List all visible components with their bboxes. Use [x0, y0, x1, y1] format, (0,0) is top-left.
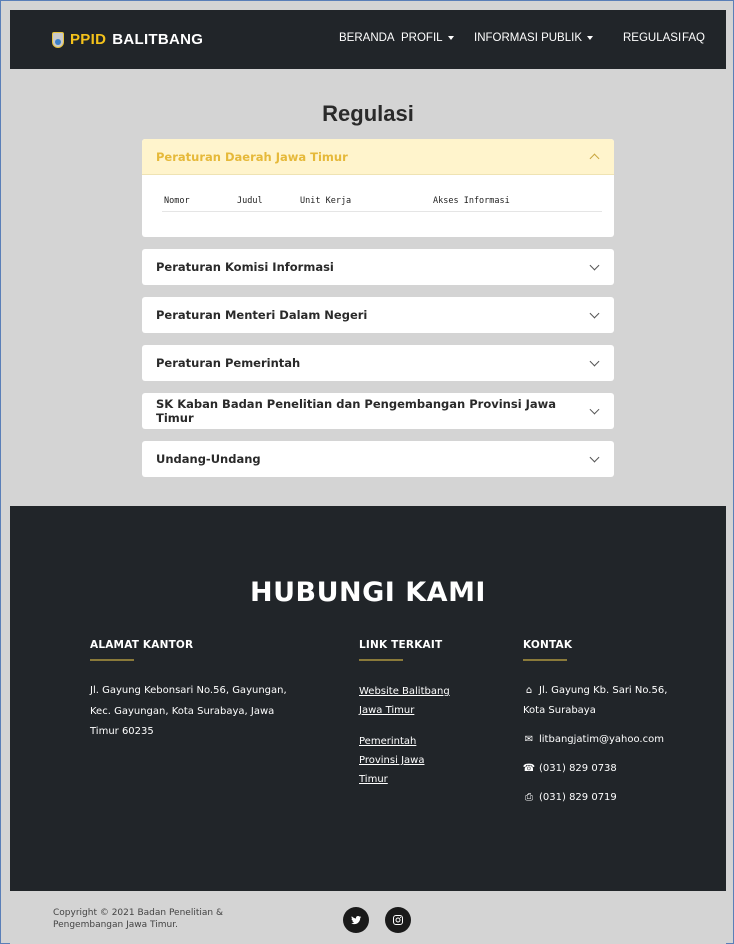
link-pemerintah-provinsi[interactable]: Pemerintah Provinsi Jawa Timur: [359, 732, 479, 789]
contact-section: HUBUNGI KAMI ALAMAT KANTOR Jl. Gayung Ke…: [10, 506, 726, 891]
accordion-title: Peraturan Komisi Informasi: [156, 260, 334, 274]
chevron-down-icon: [589, 356, 600, 366]
nav-beranda-label: BERANDA: [339, 32, 395, 44]
link-line: Website Balitbang: [359, 686, 450, 697]
column-akses-informasi: Akses Informasi: [433, 196, 510, 206]
caret-down-icon: [587, 36, 593, 40]
caret-down-icon: [447, 36, 454, 40]
email-text: litbangjatim@yahoo.com: [539, 734, 664, 745]
accordion-header-peraturan-daerah[interactable]: Peraturan Daerah Jawa Timur: [142, 139, 614, 175]
phone-text: (031) 829 0738: [539, 763, 617, 774]
nav-faq-label: FAQ: [682, 32, 706, 44]
regulasi-accordion: Peraturan Daerah Jawa Timur Nomor Judul …: [142, 139, 614, 477]
accordion-title: Peraturan Menteri Dalam Negeri: [156, 308, 368, 322]
link-list: Website Balitbang Jawa Timur Pemerintah …: [359, 682, 479, 789]
nav-profil[interactable]: PROFIL: [401, 32, 454, 44]
kontak-column: KONTAK ⌂ Jl. Gayung Kb. Sari No.56, Kota…: [523, 639, 713, 808]
address-line: Jl. Gayung Kebonsari No.56, Gayungan,: [90, 685, 287, 696]
link-line: Jawa Timur: [359, 705, 415, 716]
address-text: Jl. Gayung Kebonsari No.56, Gayungan, Ke…: [90, 681, 310, 743]
accordion-title: SK Kaban Badan Penelitian dan Pengembang…: [156, 397, 557, 425]
accordion-item-menteri-dalam-negeri[interactable]: Peraturan Menteri Dalam Negeri: [142, 297, 614, 333]
heading-underline: [523, 659, 567, 661]
nav-regulasi[interactable]: REGULASI: [623, 32, 681, 44]
nav-informasi-publik-label: INFORMASI PUBLIK: [474, 32, 582, 44]
link-line: Provinsi Jawa: [359, 755, 425, 766]
kontak-address-line: Kota Surabaya: [523, 705, 596, 716]
heading-underline: [359, 659, 403, 661]
nav-informasi-publik[interactable]: INFORMASI PUBLIK: [474, 32, 593, 44]
links-column: LINK TERKAIT Website Balitbang Jawa Timu…: [359, 639, 479, 789]
nav-regulasi-label: REGULASI: [623, 32, 682, 44]
copyright-text: Copyright © 2021 Badan Penelitian & Peng…: [53, 907, 283, 931]
bottom-footer: Copyright © 2021 Badan Penelitian & Peng…: [10, 891, 726, 944]
kontak-phone: ☎ (031) 829 0738: [523, 759, 713, 779]
address-heading: ALAMAT KANTOR: [90, 639, 194, 651]
address-line: Timur 60235: [90, 726, 154, 737]
accordion-item-open: Peraturan Daerah Jawa Timur Nomor Judul …: [142, 139, 614, 237]
kontak-address: ⌂ Jl. Gayung Kb. Sari No.56, Kota Suraba…: [523, 681, 713, 721]
fax-text: (031) 829 0719: [539, 792, 617, 803]
chevron-down-icon: [589, 308, 600, 318]
accordion-item-pemerintah[interactable]: Peraturan Pemerintah: [142, 345, 614, 381]
page-title: Regulasi: [322, 101, 414, 126]
instagram-icon: [393, 915, 403, 925]
accordion-body: Nomor Judul Unit Kerja Akses Informasi: [142, 175, 614, 237]
navbar: PPID BALITBANG BERANDA PROFIL INFORMASI …: [10, 10, 726, 69]
home-icon: ⌂: [525, 685, 533, 696]
instagram-button[interactable]: [385, 907, 411, 933]
column-unit-kerja: Unit Kerja: [300, 196, 352, 206]
table-header-row: Nomor Judul Unit Kerja Akses Informasi: [162, 196, 602, 212]
column-judul: Judul: [237, 196, 263, 206]
accordion-item-undang-undang[interactable]: Undang-Undang: [142, 441, 614, 477]
contact-title: HUBUNGI KAMI: [250, 577, 486, 608]
twitter-button[interactable]: [343, 907, 369, 933]
kontak-email: ✉ litbangjatim@yahoo.com: [523, 730, 713, 750]
kontak-address-line: Jl. Gayung Kb. Sari No.56,: [539, 685, 668, 696]
link-website-balitbang[interactable]: Website Balitbang Jawa Timur: [359, 682, 479, 720]
accordion-title: Peraturan Pemerintah: [156, 356, 301, 370]
accordion-title: Undang-Undang: [156, 452, 261, 466]
kontak-list: ⌂ Jl. Gayung Kb. Sari No.56, Kota Suraba…: [523, 681, 713, 808]
copyright-line: Copyright © 2021 Badan Penelitian &: [53, 908, 223, 918]
nav-faq[interactable]: FAQ: [682, 32, 705, 44]
address-column: ALAMAT KANTOR Jl. Gayung Kebonsari No.56…: [90, 639, 310, 743]
phone-icon: ☎: [522, 763, 536, 774]
copyright-line: Pengembangan Jawa Timur.: [53, 920, 178, 930]
address-line: Kec. Gayungan, Kota Surabaya, Jawa: [90, 705, 275, 717]
accordion-item-sk-kaban[interactable]: SK Kaban Badan Penelitian dan Pengembang…: [142, 393, 614, 429]
accordion-title: Peraturan Daerah Jawa Timur: [156, 149, 348, 164]
kontak-fax: ⎙ (031) 829 0719: [523, 788, 713, 808]
printer-icon: ⎙: [525, 792, 533, 803]
links-heading: LINK TERKAIT: [359, 639, 443, 651]
chevron-down-icon: [589, 452, 600, 462]
link-line: Timur: [359, 774, 388, 785]
chevron-down-icon: [589, 260, 600, 270]
column-nomor: Nomor: [164, 196, 190, 206]
accordion-item-komisi-informasi[interactable]: Peraturan Komisi Informasi: [142, 249, 614, 285]
chevron-down-icon: [589, 404, 600, 414]
nav-links: BERANDA PROFIL INFORMASI PUBLIK REGULASI…: [10, 32, 726, 48]
envelope-icon: ✉: [524, 734, 534, 745]
heading-underline: [90, 659, 134, 661]
nav-profil-label: PROFIL: [401, 32, 443, 44]
chevron-up-icon: [589, 153, 600, 164]
link-line: Pemerintah: [359, 736, 417, 747]
twitter-icon: [351, 916, 362, 925]
nav-beranda[interactable]: BERANDA: [339, 32, 395, 44]
kontak-heading: KONTAK: [523, 639, 573, 651]
